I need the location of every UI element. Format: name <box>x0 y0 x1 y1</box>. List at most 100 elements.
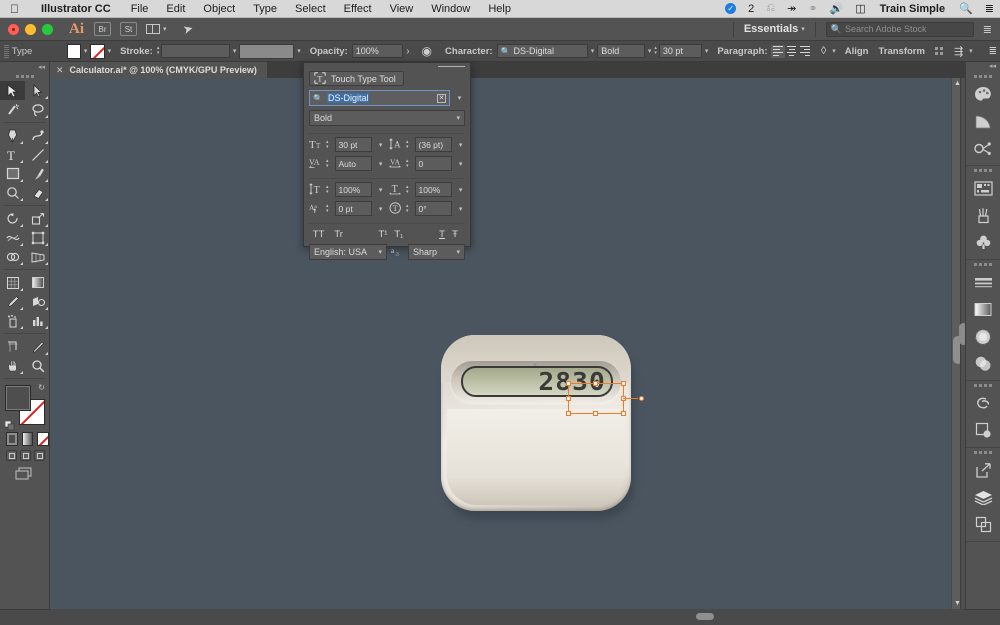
font-size-input[interactable]: 30 pt <box>658 44 702 58</box>
vertical-scale-input[interactable]: 100% <box>334 182 373 197</box>
shaper-tool[interactable] <box>0 183 25 202</box>
align-right-icon[interactable] <box>798 45 811 58</box>
screen-mode-icon[interactable] <box>0 461 49 481</box>
tracking-input[interactable]: 0 <box>414 156 453 171</box>
superscript-button[interactable]: T¹ <box>349 229 387 240</box>
battery-icon[interactable]: ◫ <box>849 2 871 15</box>
opacity-more-arrow[interactable]: › <box>403 46 412 57</box>
chevron-down-icon[interactable]: ▾ <box>456 205 465 213</box>
dock-group-grip[interactable] <box>966 381 1000 390</box>
mesh-tool[interactable] <box>0 273 25 292</box>
transform-button[interactable]: Transform <box>878 46 924 57</box>
stock-search-input[interactable]: 🔍 Search Adobe Stock <box>825 21 974 37</box>
lasso-tool[interactable] <box>25 100 50 119</box>
libraries-panel-icon[interactable] <box>966 175 1000 202</box>
draw-normal-icon[interactable] <box>6 450 17 461</box>
type-tool[interactable]: T <box>0 145 25 164</box>
chevron-down-icon[interactable]: ▾ <box>454 94 465 102</box>
horizontal-scroll-thumb[interactable] <box>696 613 714 620</box>
menu-help[interactable]: Help <box>479 3 520 15</box>
panel-menu-icon[interactable] <box>304 63 470 71</box>
appearance-panel-icon[interactable] <box>966 350 1000 377</box>
paintbrush-tool[interactable] <box>25 164 50 183</box>
menu-view[interactable]: View <box>381 3 423 15</box>
draw-inside-icon[interactable] <box>34 450 45 461</box>
strikethrough-button[interactable]: Ŧ <box>445 229 465 240</box>
arrange-documents-icon[interactable]: ▾ <box>146 24 167 34</box>
artboards-panel-icon[interactable] <box>966 511 1000 538</box>
stock-button[interactable]: St <box>120 22 137 36</box>
calculator-icon-artwork[interactable]: 2830 × <box>441 335 644 520</box>
gradient-tool[interactable] <box>25 273 50 292</box>
menu-edit[interactable]: Edit <box>157 3 194 15</box>
menu-object[interactable]: Object <box>194 3 244 15</box>
asset-export-icon[interactable] <box>966 457 1000 484</box>
menu-select[interactable]: Select <box>286 3 335 15</box>
rotate-tool[interactable] <box>0 209 25 228</box>
search-icon[interactable]: 🔍 <box>953 2 979 15</box>
all-caps-button[interactable]: TT <box>309 229 328 240</box>
user-name[interactable]: Train Simple <box>872 3 953 15</box>
width-tool[interactable] <box>0 228 25 247</box>
transparency-grid-icon[interactable]: ◉ <box>419 44 435 58</box>
document-tab[interactable]: ✕ Calculator.ai* @ 100% (CMYK/GPU Previe… <box>50 62 267 78</box>
kerning-input[interactable]: Auto <box>334 156 373 171</box>
color-themes-icon[interactable] <box>966 135 1000 162</box>
handle-bottom-left[interactable] <box>566 411 571 416</box>
eraser-tool[interactable] <box>25 183 50 202</box>
color-guide-icon[interactable] <box>966 108 1000 135</box>
align-left-icon[interactable] <box>771 44 785 58</box>
pen-tool[interactable] <box>0 126 25 145</box>
free-transform-tool[interactable] <box>25 228 50 247</box>
curvature-tool[interactable] <box>25 126 50 145</box>
chevron-down-icon[interactable]: ▾ <box>456 160 465 168</box>
slice-tool[interactable] <box>25 337 50 356</box>
hand-tool[interactable] <box>0 356 25 375</box>
handle-bottom-right[interactable] <box>621 411 626 416</box>
solid-color-icon[interactable] <box>6 432 18 446</box>
none-icon[interactable] <box>37 432 50 446</box>
default-fill-stroke-icon[interactable] <box>4 418 15 431</box>
panel-menu-icon[interactable]: ≣ <box>986 46 1000 57</box>
vertical-scale-stepper[interactable]: ▴ ▾ <box>326 184 329 195</box>
column-graph-tool[interactable] <box>25 311 50 330</box>
chevron-down-icon[interactable]: ▾ <box>829 47 838 55</box>
opacity-input[interactable]: 100% <box>351 44 404 58</box>
font-family-input[interactable]: 🔍 DS-Digital ✕ <box>309 90 450 106</box>
canvas-horizontal-scrollbar[interactable] <box>51 609 963 625</box>
rectangle-tool[interactable] <box>0 164 25 183</box>
draw-behind-icon[interactable] <box>20 450 31 461</box>
eyedropper-tool[interactable] <box>0 292 25 311</box>
font-size-input[interactable]: 30 pt <box>334 137 373 152</box>
character-panel[interactable]: T Touch Type Tool 🔍 DS-Digital ✕ ▾ Bold … <box>303 62 471 260</box>
underline-button[interactable]: T <box>410 229 445 240</box>
bluetooth-icon[interactable]: ↠ <box>781 2 802 15</box>
stroke-profile-dropdown[interactable] <box>239 43 295 59</box>
anti-aliasing-dropdown[interactable]: Sharp ▾ <box>408 244 465 260</box>
fill-color-swatch[interactable] <box>66 43 81 59</box>
chevron-down-icon[interactable]: ▾ <box>801 25 805 33</box>
clear-field-icon[interactable]: ✕ <box>437 93 446 103</box>
graphic-styles-icon[interactable] <box>966 417 1000 444</box>
distribute-icon[interactable] <box>934 47 943 55</box>
align-center-icon[interactable] <box>785 45 798 58</box>
cc-libraries-icon[interactable] <box>966 390 1000 417</box>
symbols-panel-icon[interactable] <box>966 229 1000 256</box>
text-wrap-icon[interactable]: ◊ <box>818 45 829 57</box>
chevron-down-icon[interactable]: ▾ <box>966 47 975 55</box>
chevron-down-icon[interactable]: ▾ <box>456 186 465 194</box>
menu-file[interactable]: File <box>122 3 158 15</box>
minimize-window-button[interactable] <box>25 23 36 35</box>
close-window-button[interactable] <box>8 23 19 35</box>
language-dropdown[interactable]: English: USA ▾ <box>309 244 387 260</box>
gradient-icon[interactable] <box>21 432 34 446</box>
chevron-down-icon[interactable]: ▾ <box>376 141 385 149</box>
shape-builder-tool[interactable] <box>0 247 25 266</box>
control-panel-grip[interactable] <box>4 44 9 58</box>
chevron-down-icon[interactable]: ▾ <box>588 47 597 55</box>
hamburger-icon[interactable]: ≣ <box>983 23 992 36</box>
magic-wand-tool[interactable] <box>0 100 25 119</box>
handle-top-left[interactable] <box>566 381 571 386</box>
chevron-down-icon[interactable]: ▾ <box>702 47 711 55</box>
subscript-button[interactable]: T₁ <box>387 229 410 240</box>
